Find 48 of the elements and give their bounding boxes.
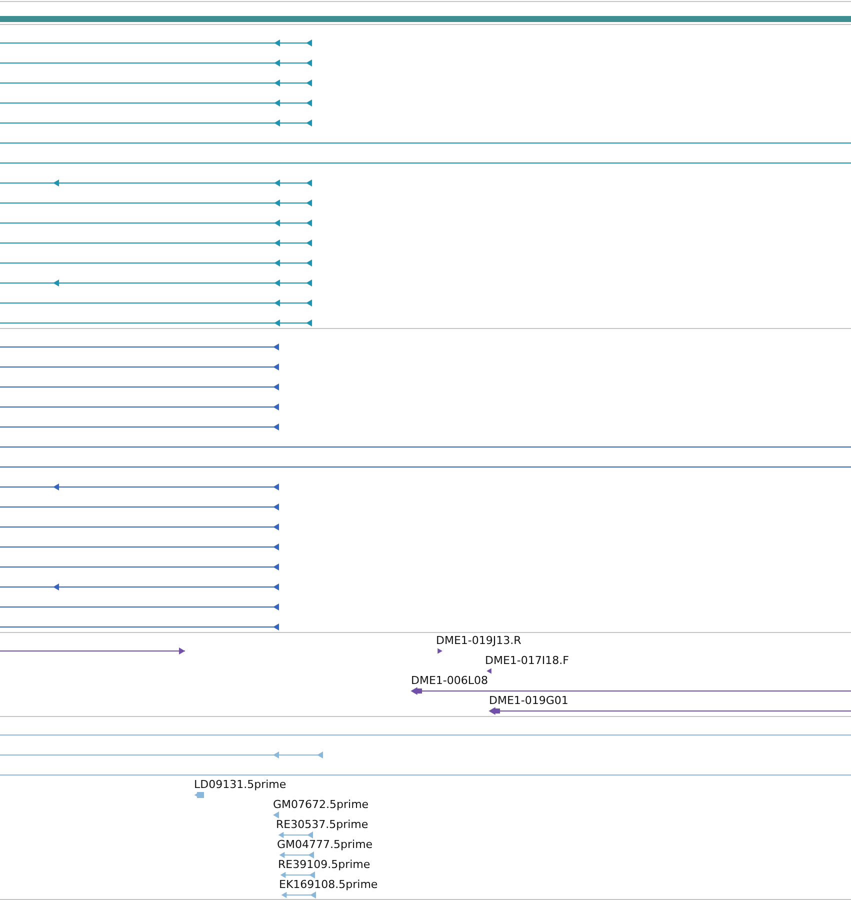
transcript-line[interactable] — [0, 384, 279, 390]
transcript-line[interactable] — [0, 404, 279, 410]
feature-line[interactable] — [0, 648, 185, 654]
transcript-line[interactable] — [0, 280, 312, 286]
feature-line[interactable] — [410, 687, 851, 695]
forward-arrow-icon[interactable] — [438, 648, 442, 654]
track-line[interactable] — [0, 466, 851, 468]
reverse-arrow-icon[interactable] — [486, 668, 492, 674]
feature-line[interactable] — [488, 707, 851, 715]
transcript-line[interactable] — [0, 524, 279, 530]
transcript-line[interactable] — [0, 344, 279, 350]
track-line[interactable] — [0, 446, 851, 448]
feature-label: RE39109.5prime — [278, 858, 370, 871]
transcript-line[interactable] — [0, 300, 312, 306]
track-line[interactable] — [0, 734, 851, 736]
transcript-line[interactable] — [0, 584, 279, 590]
transcript-line[interactable] — [0, 564, 279, 570]
track-line[interactable] — [0, 774, 851, 776]
transcript-line[interactable] — [0, 364, 279, 370]
transcript-line[interactable] — [0, 624, 279, 630]
transcript-line[interactable] — [0, 200, 312, 206]
transcript-line[interactable] — [0, 240, 312, 246]
track-line[interactable] — [0, 142, 851, 144]
transcript-line[interactable] — [0, 604, 279, 610]
feature-label: RE30537.5prime — [276, 818, 368, 831]
feature-label: GM04777.5prime — [277, 838, 373, 851]
transcript-line[interactable] — [0, 80, 312, 86]
feature-label: LD09131.5prime — [194, 778, 286, 791]
transcript-line[interactable] — [0, 424, 279, 430]
feature-label: EK169108.5prime — [279, 878, 378, 891]
feature-label: GM07672.5prime — [273, 798, 369, 811]
transcript-line[interactable] — [0, 320, 312, 326]
feature-block[interactable] — [194, 792, 204, 798]
feature-label: DME1-017I18.F — [485, 654, 569, 667]
feature-label: DME1-019G01 — [489, 694, 568, 707]
transcript-line[interactable] — [0, 120, 312, 126]
transcript-line[interactable] — [0, 40, 312, 46]
feature-label: DME1-019J13.R — [436, 634, 522, 647]
transcript-line[interactable] — [0, 544, 279, 550]
feature-label: DME1-006L08 — [411, 674, 488, 687]
transcript-line[interactable] — [0, 100, 312, 106]
transcript-line[interactable] — [0, 484, 279, 490]
transcript-line[interactable] — [0, 504, 279, 510]
track-line[interactable] — [0, 162, 851, 164]
transcript-line[interactable] — [0, 180, 312, 186]
transcript-line[interactable] — [0, 260, 312, 266]
transcript-line[interactable] — [0, 60, 312, 66]
transcript-line[interactable] — [0, 220, 312, 226]
